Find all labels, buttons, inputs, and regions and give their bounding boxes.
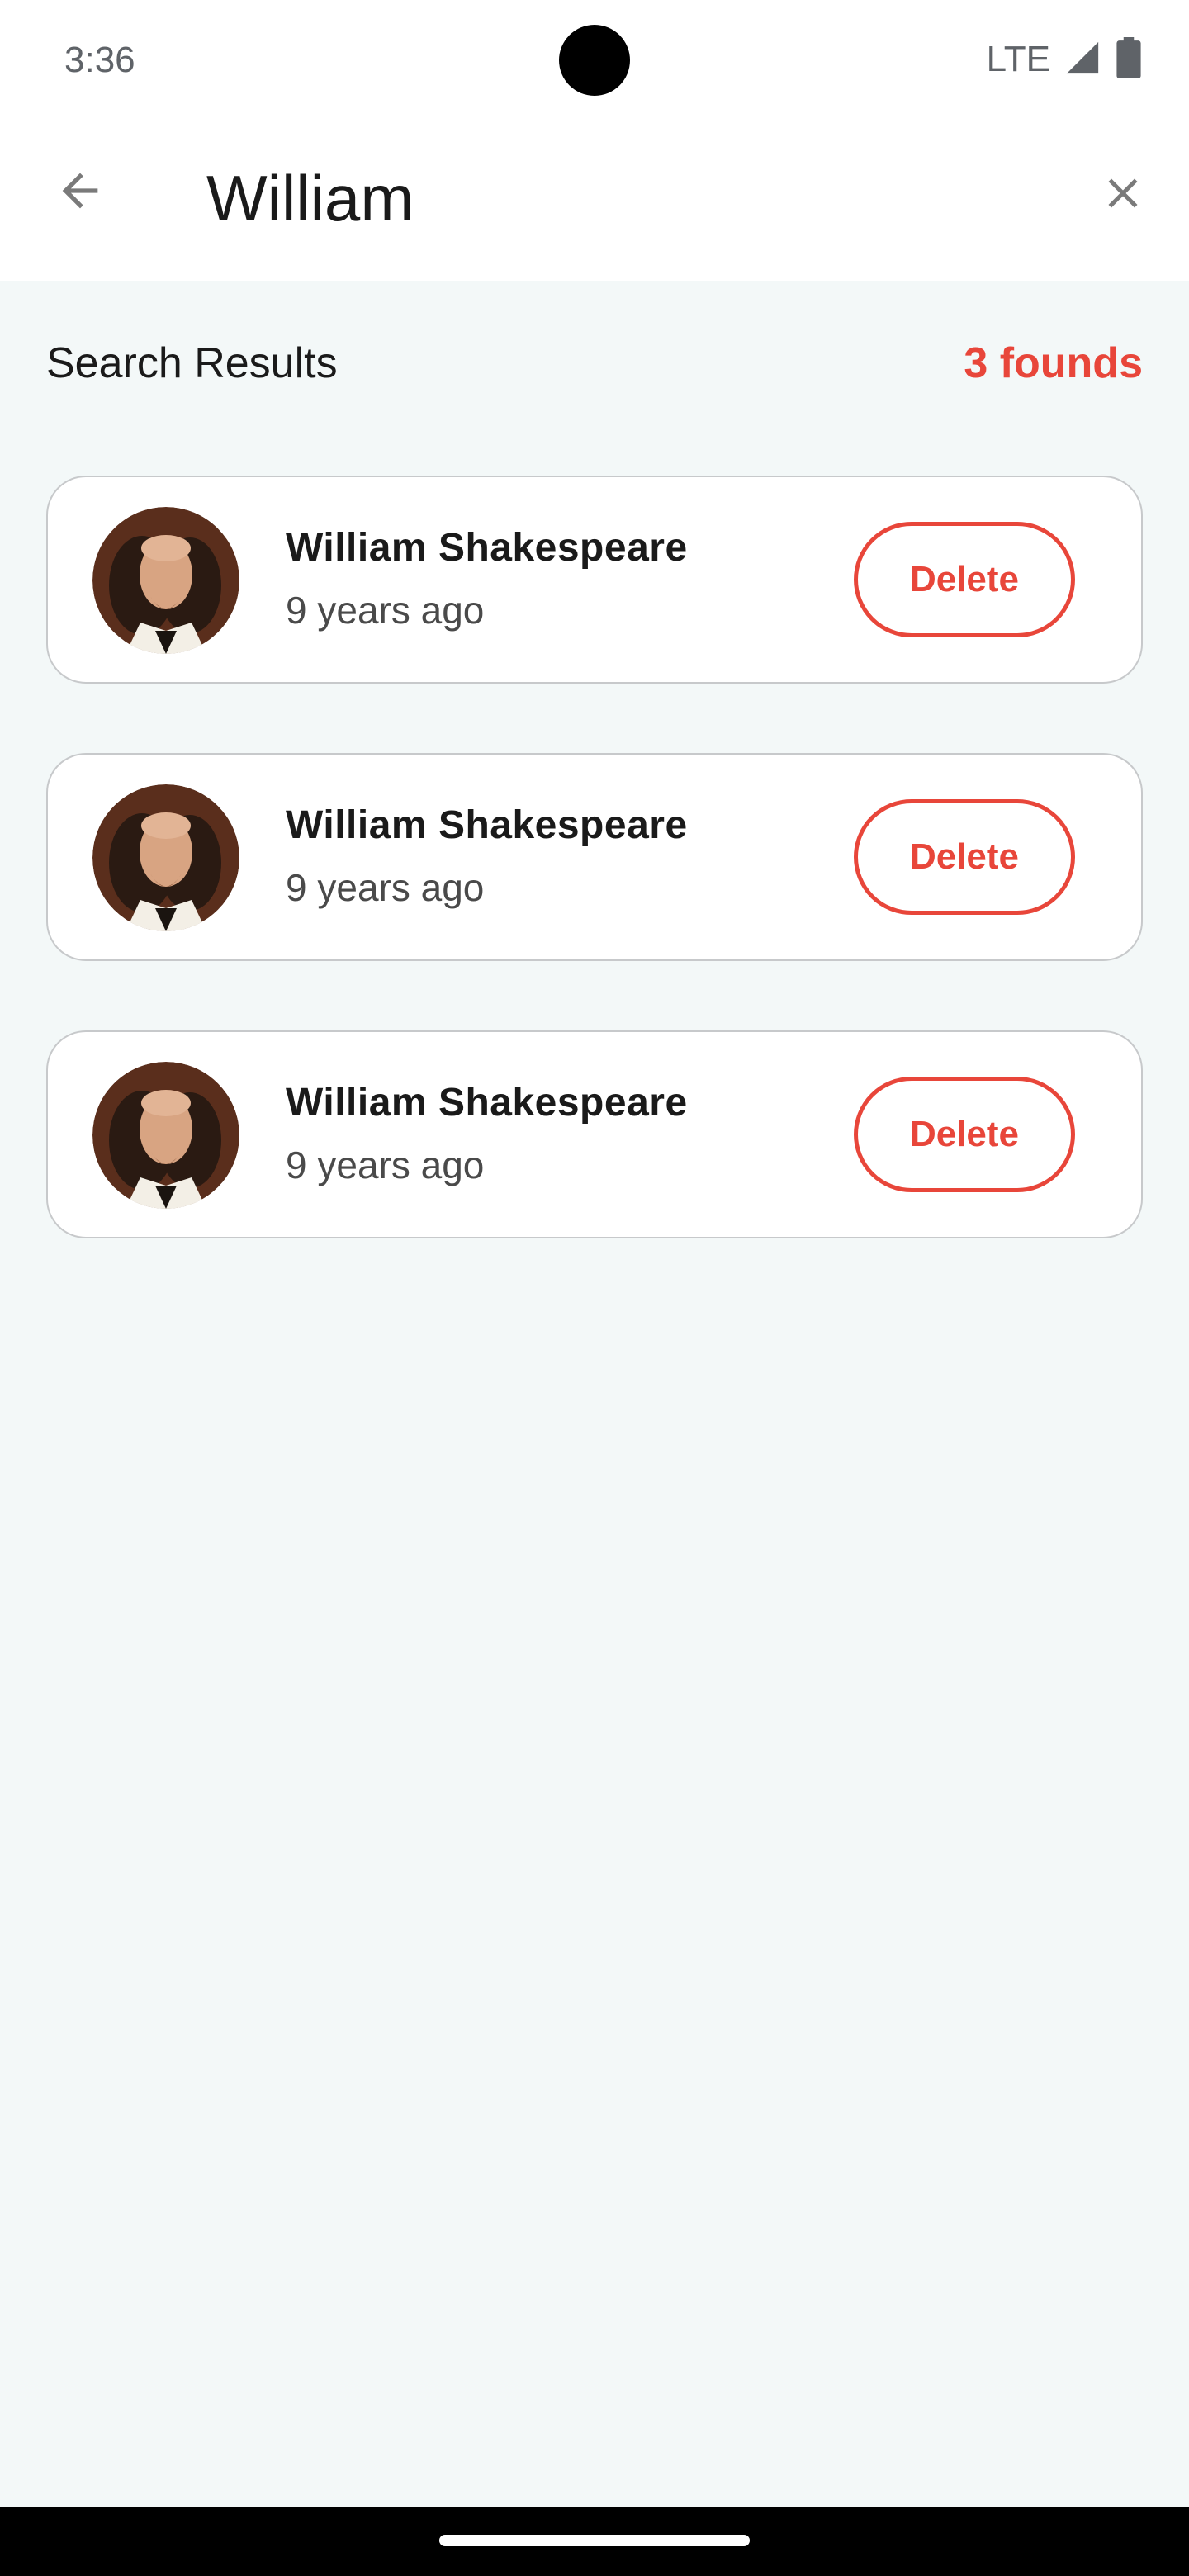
results-title: Search Results xyxy=(46,339,338,387)
result-time: 9 years ago xyxy=(286,1144,485,1186)
delete-button[interactable]: Delete xyxy=(854,1077,1075,1192)
status-bar: 3:36 LTE xyxy=(0,0,1189,124)
avatar xyxy=(92,507,239,654)
back-button[interactable] xyxy=(43,155,117,230)
result-card[interactable]: William Shakespeare 9 years ago Delete xyxy=(46,1030,1143,1238)
arrow-back-icon xyxy=(54,164,107,221)
battery-icon xyxy=(1115,36,1143,83)
result-card[interactable]: William Shakespeare 9 years ago Delete xyxy=(46,753,1143,961)
camera-cutout xyxy=(559,25,630,96)
result-name: William Shakespeare xyxy=(286,1081,688,1125)
result-name: William Shakespeare xyxy=(286,803,688,847)
search-input[interactable] xyxy=(206,144,1032,252)
status-time: 3:36 xyxy=(64,40,135,80)
result-name: William Shakespeare xyxy=(286,526,688,570)
result-time: 9 years ago xyxy=(286,866,485,909)
delete-button[interactable]: Delete xyxy=(854,799,1075,915)
close-icon xyxy=(1098,168,1148,222)
results-header: Search Results 3 founds xyxy=(46,330,1143,396)
delete-button[interactable]: Delete xyxy=(854,522,1075,637)
avatar xyxy=(92,784,239,931)
avatar xyxy=(92,1062,239,1209)
results-count: 3 founds xyxy=(964,339,1143,387)
clear-search-button[interactable] xyxy=(1090,162,1156,228)
signal-icon xyxy=(1063,39,1101,81)
status-icons: LTE xyxy=(987,36,1143,83)
network-type-label: LTE xyxy=(986,39,1050,79)
result-card[interactable]: William Shakespeare 9 years ago Delete xyxy=(46,476,1143,684)
home-indicator[interactable] xyxy=(439,2535,750,2546)
result-time: 9 years ago xyxy=(286,589,485,632)
